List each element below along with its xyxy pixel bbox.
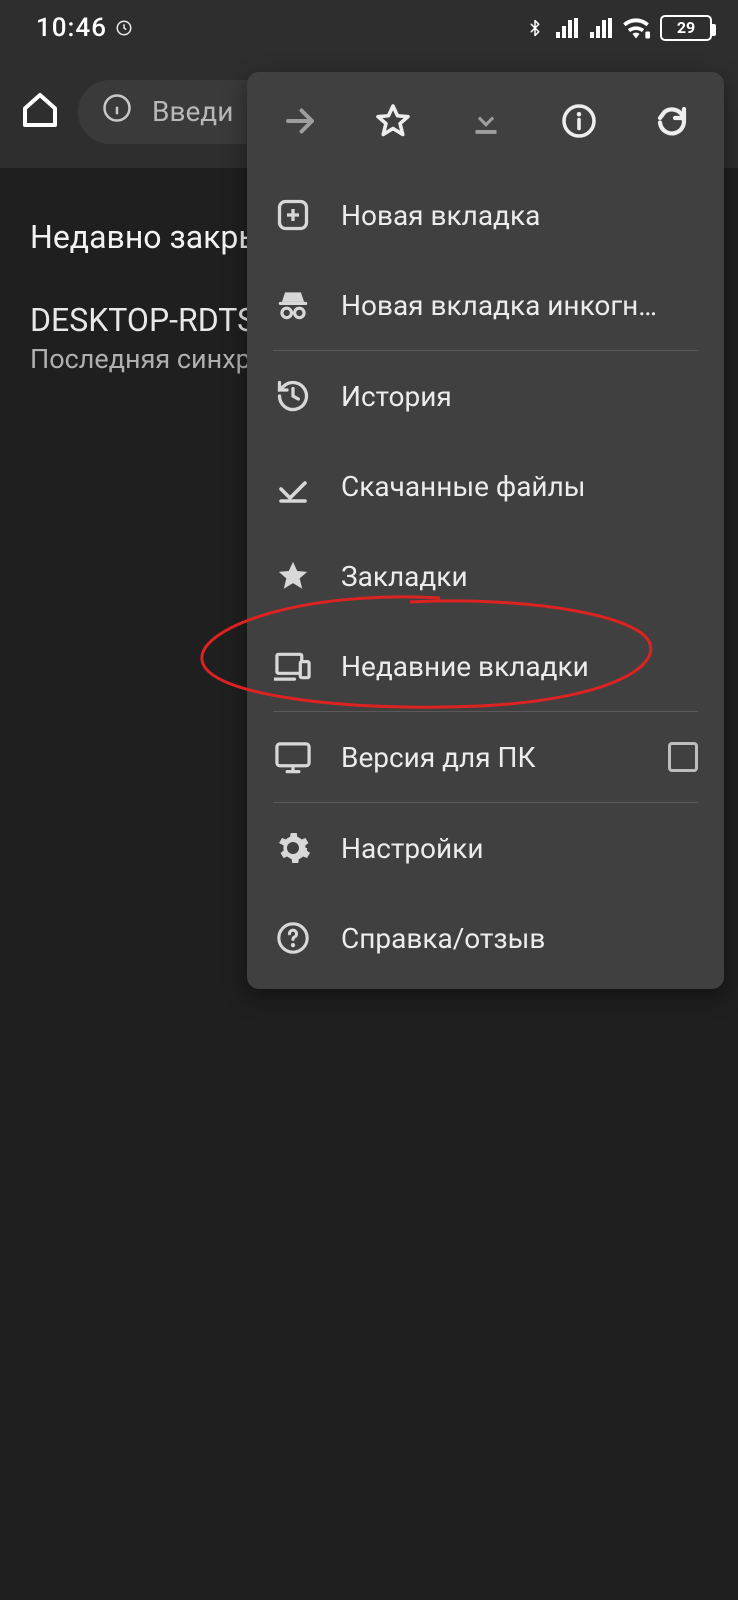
- signal-icon-2: [588, 17, 612, 39]
- menu-settings[interactable]: Настройки: [247, 803, 724, 893]
- forward-button[interactable]: [260, 83, 340, 159]
- recent-tabs-icon: [273, 646, 313, 686]
- timer-icon: [115, 19, 133, 37]
- status-time: 10:46: [36, 13, 107, 43]
- reload-button[interactable]: [632, 83, 712, 159]
- new-tab-icon: [273, 195, 313, 235]
- help-icon: [273, 918, 313, 958]
- battery-level: 29: [677, 18, 695, 37]
- menu-item-label: История: [341, 380, 698, 413]
- menu-item-label: Справка/отзыв: [341, 922, 698, 955]
- menu-top-row: [247, 72, 724, 170]
- bookmarks-icon: [273, 556, 313, 596]
- download-button[interactable]: [446, 83, 526, 159]
- menu-new-tab[interactable]: Новая вкладка: [247, 170, 724, 260]
- menu-bookmarks[interactable]: Закладки: [247, 531, 724, 621]
- bookmark-button[interactable]: [353, 83, 433, 159]
- menu-recent-tabs[interactable]: Недавние вкладки: [247, 621, 724, 711]
- history-icon: [273, 376, 313, 416]
- menu-item-label: Новая вкладка инкогн…: [341, 289, 698, 322]
- info-button[interactable]: [539, 83, 619, 159]
- menu-item-label: Новая вкладка: [341, 199, 698, 232]
- signal-icon: [554, 17, 578, 39]
- status-bar: 10:46 29: [0, 0, 738, 55]
- menu-item-label: Скачанные файлы: [341, 470, 698, 503]
- home-icon[interactable]: [20, 90, 60, 134]
- settings-icon: [273, 828, 313, 868]
- menu-item-label: Настройки: [341, 832, 698, 865]
- bluetooth-icon: [526, 15, 544, 41]
- downloads-icon: [273, 466, 313, 506]
- menu-desktop-site[interactable]: Версия для ПК: [247, 712, 724, 802]
- desktop-icon: [273, 737, 313, 777]
- menu-item-label: Недавние вкладки: [341, 650, 698, 683]
- menu-help[interactable]: Справка/отзыв: [247, 893, 724, 983]
- desktop-site-checkbox[interactable]: [668, 742, 698, 772]
- wifi-icon: [622, 17, 650, 39]
- menu-downloads[interactable]: Скачанные файлы: [247, 441, 724, 531]
- menu-incognito-tab[interactable]: Новая вкладка инкогн…: [247, 260, 724, 350]
- overflow-menu: Новая вкладка Новая вкладка инкогн… Исто…: [247, 72, 724, 989]
- menu-item-label: Версия для ПК: [341, 741, 658, 774]
- menu-history[interactable]: История: [247, 351, 724, 441]
- menu-item-label: Закладки: [341, 560, 698, 593]
- battery-indicator: 29: [660, 15, 712, 41]
- info-icon: [102, 93, 132, 130]
- address-placeholder: Введи: [152, 95, 233, 128]
- incognito-icon: [273, 285, 313, 325]
